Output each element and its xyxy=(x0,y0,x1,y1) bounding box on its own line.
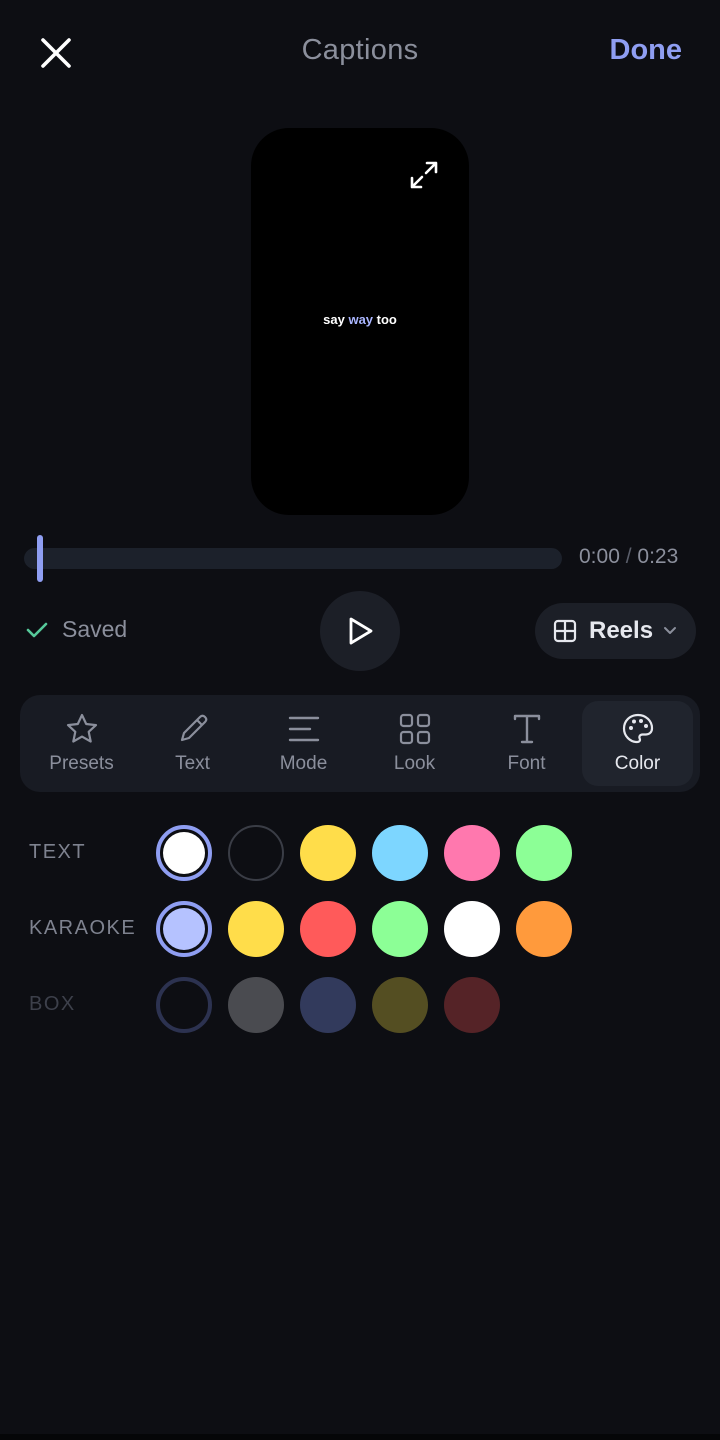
box-color-swatch-olive[interactable] xyxy=(372,977,428,1033)
time-readout: 0:00 / 0:23 xyxy=(579,545,678,569)
tab-presets[interactable]: Presets xyxy=(26,701,137,786)
saved-status: Saved xyxy=(26,616,127,643)
box-color-swatch-navy[interactable] xyxy=(300,977,356,1033)
karaoke-color-swatch-green[interactable] xyxy=(372,901,428,957)
tab-color[interactable]: Color xyxy=(582,701,693,786)
caption-word: say xyxy=(323,312,349,327)
saved-label: Saved xyxy=(62,616,128,642)
caption-highlighted-word: way xyxy=(348,312,374,327)
system-nav-bar xyxy=(0,1434,720,1440)
time-separator: / xyxy=(625,545,632,568)
caption-text: say way too xyxy=(251,312,469,327)
karaoke-color-swatch-lavender[interactable] xyxy=(156,901,212,957)
text-color-swatch-green[interactable] xyxy=(516,825,572,881)
style-tabbar: Presets Text Mode Look Font Color xyxy=(20,695,700,792)
video-preview[interactable]: say way too xyxy=(251,128,469,515)
tab-look[interactable]: Look xyxy=(359,701,470,786)
tab-mode[interactable]: Mode xyxy=(248,701,359,786)
captions-editor: Captions Done say way too 0:00 / 0:23 Sa… xyxy=(0,0,720,1440)
lines-icon xyxy=(288,716,319,742)
tab-label: Font xyxy=(507,753,546,774)
layout-grid-icon xyxy=(553,619,577,643)
text-color-swatch-blue[interactable] xyxy=(372,825,428,881)
karaoke-color-swatch-white[interactable] xyxy=(444,901,500,957)
palette-icon xyxy=(622,713,653,744)
text-color-swatch-black[interactable] xyxy=(228,825,284,881)
tab-label: Text xyxy=(175,753,210,774)
done-button[interactable]: Done xyxy=(610,34,683,67)
timeline-playhead[interactable] xyxy=(37,535,43,582)
total-time: 0:23 xyxy=(637,545,679,568)
tab-text[interactable]: Text xyxy=(137,701,248,786)
font-t-icon xyxy=(513,714,540,744)
format-dropdown[interactable]: Reels xyxy=(535,603,696,659)
box-color-swatch-maroon[interactable] xyxy=(444,977,500,1033)
tab-label: Mode xyxy=(279,753,328,774)
tab-label: Presets xyxy=(49,753,114,774)
karaoke-color-swatch-yellow[interactable] xyxy=(228,901,284,957)
box-color-label: BOX xyxy=(29,993,76,1015)
current-time: 0:00 xyxy=(579,545,620,568)
tab-label: Look xyxy=(393,753,436,774)
expand-button[interactable] xyxy=(409,160,439,190)
caption-word: too xyxy=(373,312,397,327)
text-color-swatch-pink[interactable] xyxy=(444,825,500,881)
text-color-label: TEXT xyxy=(29,841,87,863)
star-icon xyxy=(66,713,97,743)
karaoke-color-swatch-red[interactable] xyxy=(300,901,356,957)
tab-font[interactable]: Font xyxy=(471,701,582,786)
box-color-swatch-none[interactable] xyxy=(156,977,212,1033)
box-color-swatch-gray[interactable] xyxy=(228,977,284,1033)
text-color-swatch-white[interactable] xyxy=(156,825,212,881)
grid-icon xyxy=(399,713,430,745)
tab-label: Color xyxy=(614,753,661,774)
play-icon xyxy=(349,617,373,645)
karaoke-color-swatch-orange[interactable] xyxy=(516,901,572,957)
text-color-swatch-yellow[interactable] xyxy=(300,825,356,881)
format-label: Reels xyxy=(589,617,654,644)
play-button[interactable] xyxy=(320,591,400,671)
expand-icon xyxy=(410,161,438,189)
check-icon xyxy=(26,622,48,637)
karaoke-color-label: KARAOKE xyxy=(29,917,137,939)
timeline-track[interactable] xyxy=(24,548,562,569)
pencil-icon xyxy=(180,714,207,742)
chevron-down-icon xyxy=(664,627,677,634)
